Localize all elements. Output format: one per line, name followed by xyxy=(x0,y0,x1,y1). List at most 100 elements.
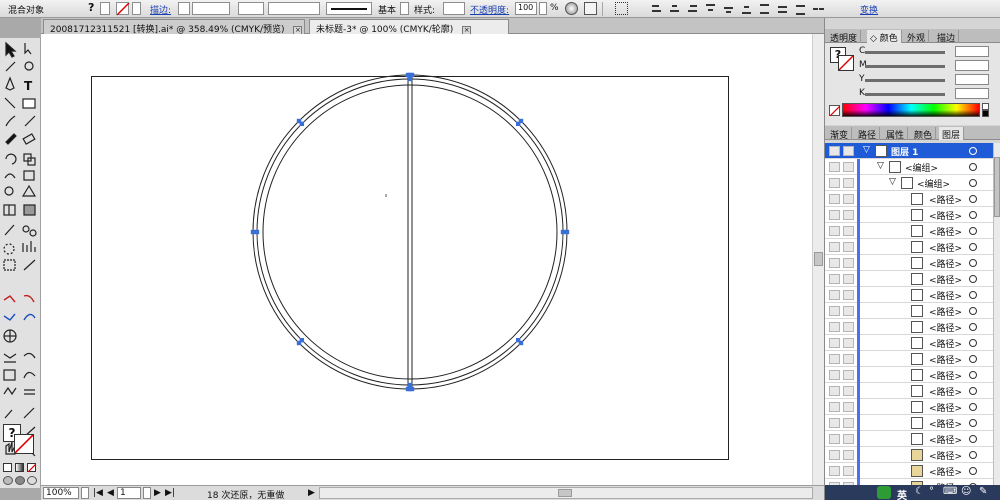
fill-dropdown[interactable] xyxy=(100,2,110,15)
eye-toggle[interactable] xyxy=(829,338,840,348)
target-icon[interactable] xyxy=(969,179,977,187)
line-segment-icon[interactable] xyxy=(3,96,19,112)
tab-attributes[interactable]: 属性 xyxy=(883,127,909,141)
target-icon[interactable] xyxy=(969,307,977,315)
lock-toggle[interactable] xyxy=(843,242,854,252)
stroke-style-preview[interactable] xyxy=(326,2,372,15)
status-menu-icon[interactable]: ▶ xyxy=(308,488,315,498)
path-row[interactable]: <路径> xyxy=(825,239,993,255)
path-row[interactable]: <路径> xyxy=(825,447,993,463)
lock-toggle[interactable] xyxy=(843,210,854,220)
blob-brush-icon[interactable] xyxy=(3,132,19,148)
stroke-weight-input[interactable] xyxy=(192,2,230,15)
stroke-link[interactable]: 描边: xyxy=(150,3,171,16)
pencil-icon[interactable] xyxy=(22,114,38,130)
path-name[interactable]: <路径> xyxy=(929,353,962,366)
doc-tab-2[interactable]: 未标题-3* @ 100% (CMYK/轮廓) × xyxy=(309,19,509,35)
stroke-swatch-tool[interactable] xyxy=(14,434,34,454)
stroke-swatch[interactable] xyxy=(116,2,130,16)
path-name[interactable]: <路径> xyxy=(929,241,962,254)
path-row[interactable]: <路径> xyxy=(825,383,993,399)
gradient-icon[interactable] xyxy=(22,204,38,220)
path-name[interactable]: <路径> xyxy=(929,209,962,222)
settings-icon[interactable]: ✎ xyxy=(979,486,987,497)
distribute-horizontal-icon[interactable] xyxy=(812,2,825,15)
hscroll-thumb[interactable] xyxy=(558,489,572,497)
free-transform-icon[interactable] xyxy=(22,169,38,185)
punctuation-icon[interactable]: ° xyxy=(929,486,934,497)
subgroup-row[interactable]: ▽ <编组> xyxy=(825,175,993,191)
zoom-field[interactable]: 100% xyxy=(43,487,79,499)
type-icon[interactable] xyxy=(22,78,38,94)
path-name[interactable]: <路径> xyxy=(929,225,962,238)
eye-toggle[interactable] xyxy=(829,402,840,412)
target-icon[interactable] xyxy=(969,355,977,363)
channel-m-slider[interactable] xyxy=(865,65,945,68)
align-vertical-center-icon[interactable] xyxy=(722,2,735,15)
lock-toggle[interactable] xyxy=(843,162,854,172)
layer-row[interactable]: ▽ 图层 1 xyxy=(825,143,993,159)
lock-toggle[interactable] xyxy=(843,306,854,316)
subgroup-name[interactable]: <编组> xyxy=(917,177,950,190)
path-name[interactable]: <路径> xyxy=(929,417,962,430)
lock-toggle[interactable] xyxy=(843,258,854,268)
stroke-weight-stepper[interactable] xyxy=(178,2,190,15)
tab-color-guide[interactable]: 颜色 xyxy=(911,127,937,141)
stroke-style-dropdown[interactable] xyxy=(400,2,409,15)
eye-icon[interactable] xyxy=(829,146,840,156)
perspective-grid-icon[interactable] xyxy=(22,186,38,202)
path-row[interactable]: <路径> xyxy=(825,287,993,303)
first-artboard-icon[interactable]: |◀ xyxy=(93,488,103,498)
lock-toggle[interactable] xyxy=(843,434,854,444)
stroke-swatch-dropdown[interactable] xyxy=(132,2,141,15)
group-name[interactable]: <编组> xyxy=(905,161,938,174)
selection-icon[interactable] xyxy=(3,42,19,58)
direct-selection-icon[interactable] xyxy=(22,42,38,58)
align-top-icon[interactable] xyxy=(704,2,717,15)
opacity-link[interactable]: 不透明度: xyxy=(470,3,509,16)
target-icon[interactable] xyxy=(969,339,977,347)
eraser-icon[interactable] xyxy=(22,132,38,148)
user-icon[interactable]: ☺ xyxy=(961,486,971,497)
last-artboard-icon[interactable]: ▶| xyxy=(165,488,175,498)
align-to-icon[interactable] xyxy=(584,2,597,15)
eyedropper-icon[interactable] xyxy=(3,223,19,239)
path-row[interactable]: <路径> xyxy=(825,223,993,239)
eye-toggle[interactable] xyxy=(829,418,840,428)
path-name[interactable]: <路径> xyxy=(929,273,962,286)
scroll-thumb[interactable] xyxy=(814,252,823,266)
scale-icon[interactable] xyxy=(22,152,38,168)
target-icon[interactable] xyxy=(969,195,977,203)
target-icon[interactable] xyxy=(969,259,977,267)
lock-toggle[interactable] xyxy=(843,178,854,188)
ime-logo-icon[interactable] xyxy=(877,486,891,499)
path-row[interactable]: <路径> xyxy=(825,319,993,335)
lock-toggle[interactable] xyxy=(843,450,854,460)
shape-builder-icon[interactable] xyxy=(3,186,19,202)
artboard-dropdown[interactable] xyxy=(143,487,151,499)
eye-toggle[interactable] xyxy=(829,434,840,444)
tab-layers[interactable]: 图层 xyxy=(939,127,965,141)
lasso-icon[interactable] xyxy=(22,60,38,76)
align-horizontal-center-icon[interactable] xyxy=(668,2,681,15)
stroke-preview[interactable] xyxy=(838,55,854,71)
lock-toggle[interactable] xyxy=(843,466,854,476)
channel-y-value[interactable] xyxy=(955,74,989,85)
target-icon[interactable] xyxy=(969,227,977,235)
slice-icon[interactable] xyxy=(22,258,38,274)
eye-toggle[interactable] xyxy=(829,210,840,220)
paintbrush-icon[interactable] xyxy=(3,114,19,130)
lock-toggle[interactable] xyxy=(843,402,854,412)
rotate-icon[interactable] xyxy=(3,152,19,168)
horizontal-scrollbar[interactable] xyxy=(319,487,813,499)
target-icon[interactable] xyxy=(969,467,977,475)
eye-toggle[interactable] xyxy=(829,290,840,300)
none-mode-icon[interactable] xyxy=(27,463,36,472)
eye-toggle[interactable] xyxy=(829,258,840,268)
path-name[interactable]: <路径> xyxy=(929,385,962,398)
path-name[interactable]: <路径> xyxy=(929,465,962,478)
doc-tab-1[interactable]: 20081712311521 [转换].ai* @ 358.49% (CMYK/… xyxy=(43,19,305,35)
align-grid-icon[interactable] xyxy=(615,2,628,15)
path-name[interactable]: <路径> xyxy=(929,337,962,350)
tab-stroke[interactable]: 描边 xyxy=(934,30,960,44)
